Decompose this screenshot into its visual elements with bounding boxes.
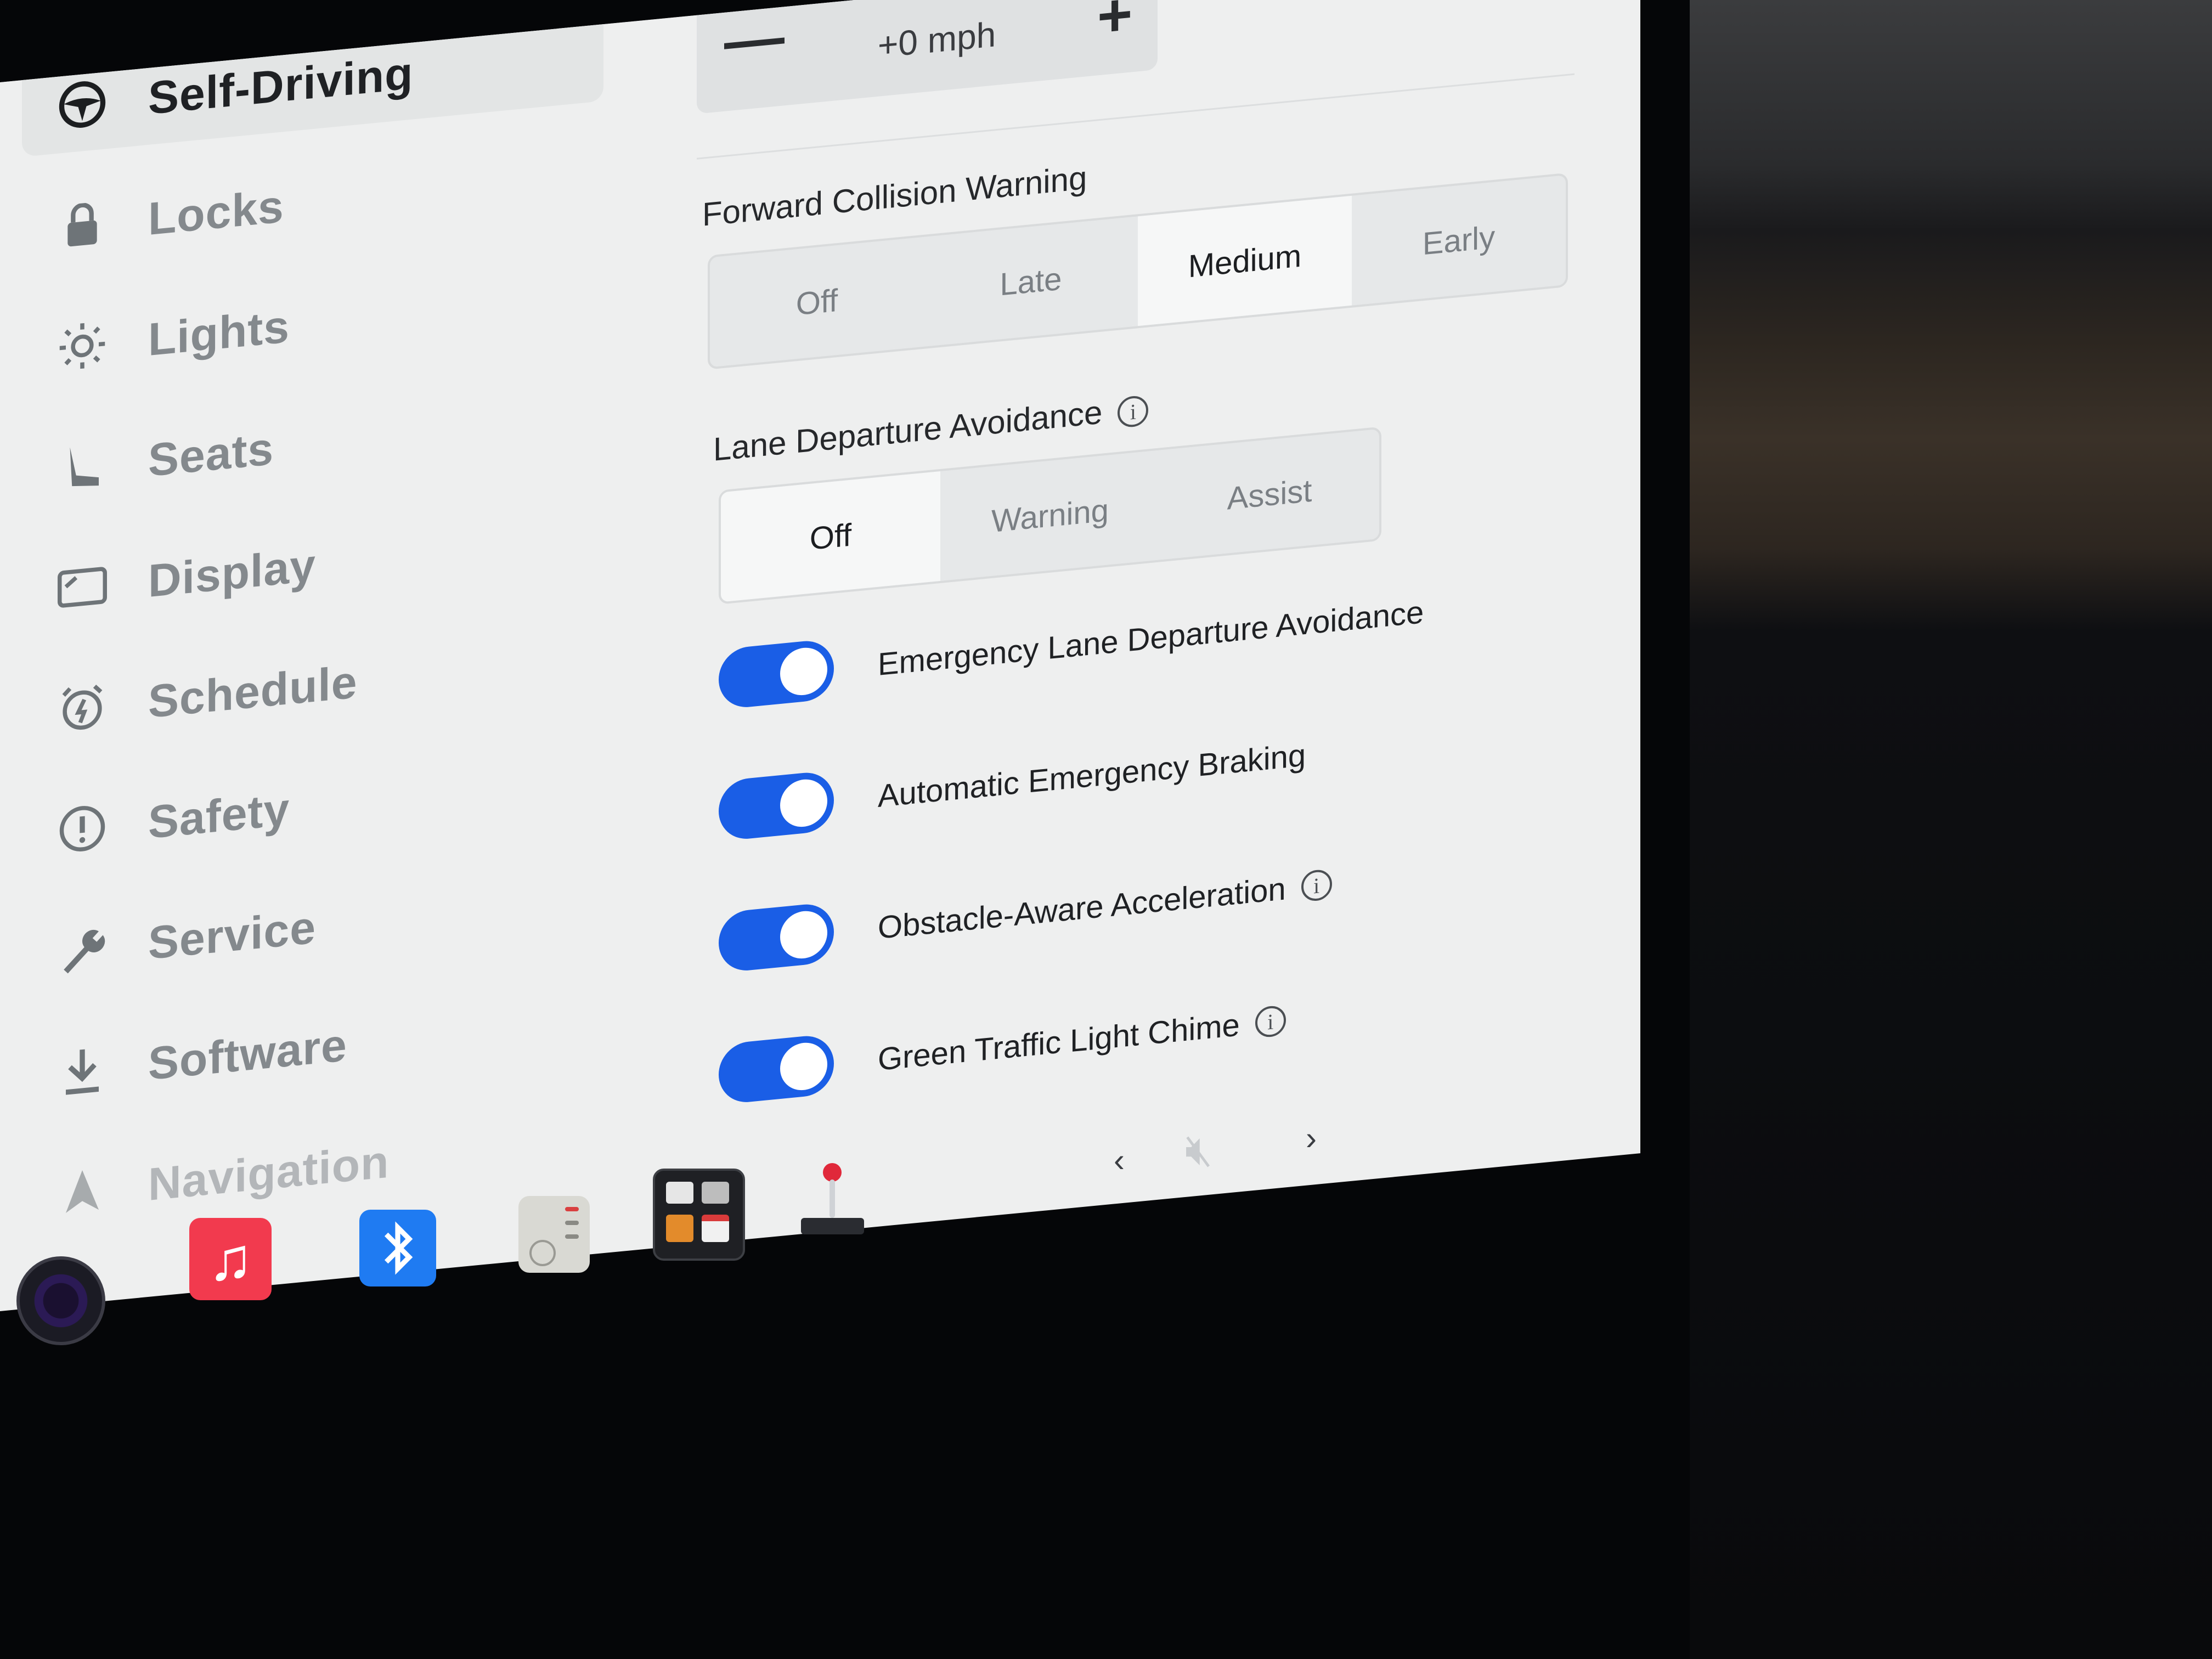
dashcam-icon[interactable] <box>518 1196 590 1273</box>
lda-option-warning[interactable]: Warning <box>940 450 1160 581</box>
sidebar-item-display[interactable]: Display <box>22 490 603 640</box>
steering-wheel-icon <box>55 75 110 135</box>
sidebar-item-safety[interactable]: Safety <box>22 732 603 881</box>
sidebar-item-label: Seats <box>148 422 274 486</box>
sidebar-item-label: Schedule <box>148 655 358 727</box>
toybox-icon[interactable] <box>653 1169 745 1261</box>
lda-option-off[interactable]: Off <box>721 471 940 602</box>
display-icon <box>55 557 110 618</box>
green-traffic-light-chime-toggle[interactable] <box>719 1033 834 1105</box>
forward-collision-title: Forward Collision Warning <box>702 159 1087 233</box>
sidebar-item-label: Safety <box>148 782 290 848</box>
speed-offset-stepper: — +0 mph + <box>697 0 1158 114</box>
toggle-row: Obstacle-Aware Acceleration i <box>719 854 1332 973</box>
chevron-left-icon[interactable]: ‹ <box>1114 1141 1125 1179</box>
bluetooth-icon[interactable] <box>359 1210 436 1286</box>
sidebar-item-label: Self-Driving <box>148 46 414 124</box>
music-icon[interactable]: ♫ <box>189 1218 272 1300</box>
sidebar-item-self-driving[interactable]: Self-Driving <box>22 8 603 157</box>
fcw-option-early[interactable]: Early <box>1352 175 1566 306</box>
decrease-speed-button[interactable]: — <box>724 1 785 77</box>
sun-icon <box>55 316 110 376</box>
download-icon <box>55 1040 110 1101</box>
sidebar-item-label: Service <box>148 901 316 969</box>
toggle-row: Green Traffic Light Chime i <box>719 990 1286 1105</box>
speed-offset-value: +0 mph <box>878 14 996 65</box>
toggle-knob <box>780 777 827 830</box>
toggle-knob <box>780 909 827 961</box>
lock-icon <box>55 195 110 256</box>
toggle-knob <box>780 645 827 698</box>
info-icon[interactable]: i <box>1301 868 1332 902</box>
fcw-option-late[interactable]: Late <box>924 216 1138 347</box>
car-interior-background <box>1690 0 2212 1659</box>
settings-sidebar: Self-Driving Locks Lights Seats Display <box>22 2 603 1265</box>
joystick-icon[interactable] <box>795 1163 867 1240</box>
toggle-row: Emergency Lane Departure Avoidance <box>719 582 1424 710</box>
toggle-label: Obstacle-Aware Acceleration <box>878 870 1286 946</box>
sidebar-item-service[interactable]: Service <box>22 853 603 1002</box>
sidebar-item-software[interactable]: Software <box>22 973 603 1122</box>
sidebar-item-schedule[interactable]: Schedule <box>22 611 603 760</box>
info-icon[interactable]: i <box>1255 1005 1286 1039</box>
automatic-emergency-braking-toggle[interactable] <box>719 770 834 842</box>
obstacle-aware-acceleration-toggle[interactable] <box>719 901 834 973</box>
chevron-right-icon[interactable]: › <box>1306 1119 1317 1157</box>
toggle-label: Automatic Emergency Braking <box>878 737 1306 814</box>
lane-departure-title-text: Lane Departure Avoidance <box>713 393 1103 468</box>
increase-speed-button[interactable]: + <box>1097 0 1132 52</box>
info-icon[interactable]: i <box>1118 394 1149 428</box>
sidebar-item-seats[interactable]: Seats <box>22 370 603 519</box>
camera-icon[interactable] <box>16 1256 105 1345</box>
toggle-label: Emergency Lane Departure Avoidance <box>878 594 1424 682</box>
emergency-lane-departure-toggle[interactable] <box>719 638 834 710</box>
sidebar-item-label: Lights <box>148 300 290 365</box>
touchscreen: Self-Driving Locks Lights Seats Display <box>0 0 1640 1312</box>
lda-option-assist[interactable]: Assist <box>1160 429 1379 560</box>
sidebar-item-label: Locks <box>148 179 284 245</box>
alarm-clock-icon <box>55 678 110 738</box>
toggle-row: Automatic Emergency Braking <box>719 725 1306 842</box>
sidebar-item-label: Software <box>148 1018 347 1090</box>
toggle-knob <box>780 1040 827 1093</box>
alert-circle-icon <box>55 799 110 859</box>
sidebar-item-lights[interactable]: Lights <box>22 249 603 398</box>
fcw-option-off[interactable]: Off <box>710 237 924 368</box>
seat-icon <box>55 437 110 497</box>
toggle-label: Green Traffic Light Chime <box>878 1006 1240 1077</box>
wrench-icon <box>55 919 110 980</box>
app-dock: ♫ <box>0 1152 933 1372</box>
sidebar-item-label: Display <box>148 539 316 607</box>
volume-muted-icon[interactable]: 🔇︎ <box>1185 1125 1212 1176</box>
self-driving-settings-panel: — +0 mph + Forward Collision Warning Off… <box>697 0 1602 1222</box>
sidebar-item-locks[interactable]: Locks <box>22 128 603 278</box>
fcw-option-medium[interactable]: Medium <box>1138 195 1352 326</box>
